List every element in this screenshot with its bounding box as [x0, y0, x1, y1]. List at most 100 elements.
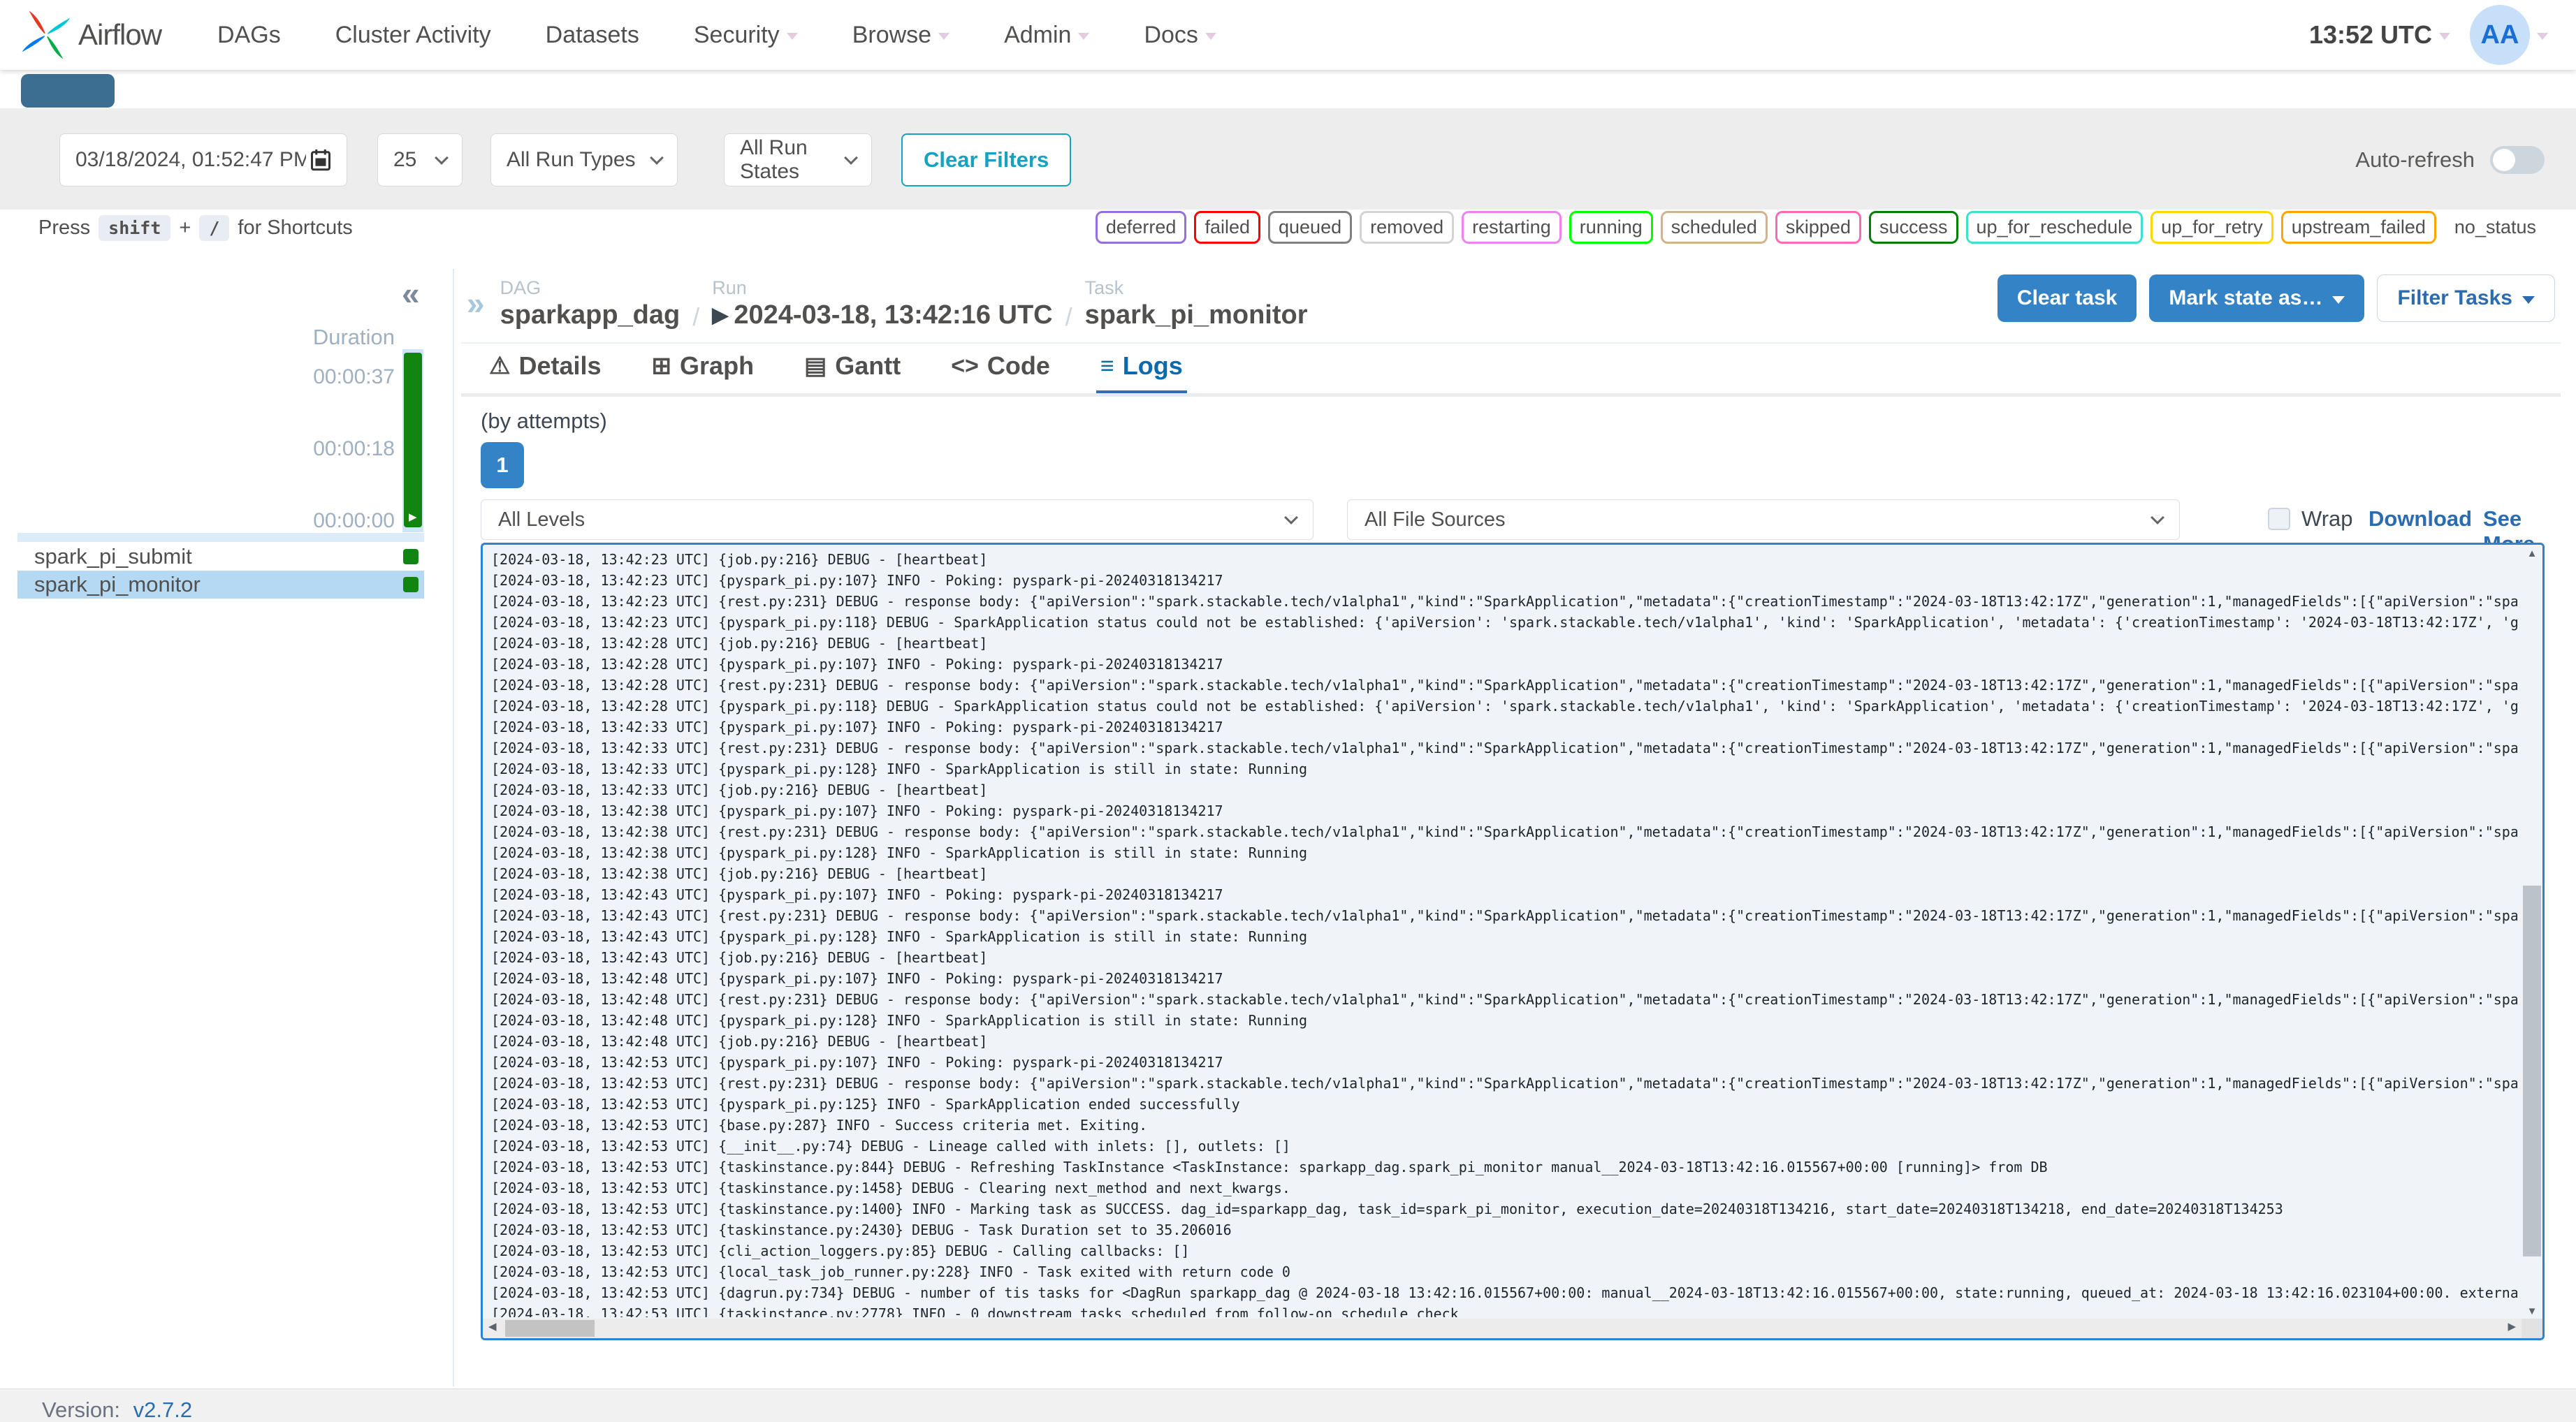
top-navbar: Airflow DAGs Cluster Activity Datasets S… [0, 0, 2576, 70]
nav-menu-item[interactable]: Security [694, 22, 798, 49]
log-viewer[interactable]: [2024-03-18, 13:42:23 UTC] {job.py:216} … [481, 543, 2545, 1340]
log-levels-select[interactable]: All Levels [481, 499, 1314, 540]
log-line: [2024-03-18, 13:42:28 UTC] {pyspark_pi.p… [491, 656, 1223, 673]
cropped-task-instance-button[interactable] [21, 74, 115, 108]
state-badge[interactable]: queued [1268, 211, 1353, 244]
manual-run-icon: ▶ [409, 511, 417, 523]
nav-menu-item[interactable]: Cluster Activity [335, 22, 491, 49]
chevron-down-icon [2151, 511, 2164, 525]
scroll-left-icon[interactable]: ◀ [488, 1320, 497, 1333]
detail-tabs: ⚠ Details ⊞ Graph ▤ Gantt <> Code ≡ Logs [489, 351, 1187, 395]
state-badge[interactable]: success [1868, 211, 1958, 244]
breadcrumb-separator: / [1065, 302, 1072, 331]
utc-clock: 13:52 UTC [2308, 20, 2432, 49]
chevron-down-icon [2522, 295, 2535, 304]
task-instance-status-square[interactable] [403, 549, 419, 564]
run-states-value: All Run States [740, 136, 808, 183]
run-duration-bar[interactable]: ▶ [404, 353, 422, 527]
chevron-down-icon [2332, 295, 2345, 304]
tab[interactable]: <> Code [951, 351, 1050, 393]
task-instance-status-square[interactable] [403, 577, 419, 592]
base-date-input[interactable] [75, 148, 306, 172]
download-logs-link[interactable]: Download [2368, 506, 2472, 532]
horizontal-scrollbar[interactable]: ◀ ▶ [483, 1319, 2522, 1338]
state-badge[interactable]: skipped [1775, 211, 1861, 244]
clock-menu[interactable]: 13:52 UTC [2309, 20, 2450, 50]
nav-menu-item[interactable]: Docs [1144, 22, 1216, 49]
run-states-select[interactable]: All Run States [724, 133, 872, 186]
log-line: [2024-03-18, 13:42:43 UTC] {rest.py:231}… [491, 907, 2517, 924]
log-line: [2024-03-18, 13:42:33 UTC] {rest.py:231}… [491, 740, 2517, 756]
vertical-scroll-thumb[interactable] [2523, 885, 2541, 1257]
run-types-value: All Run Types [507, 148, 636, 171]
collapse-sidebar-icon[interactable]: « [402, 274, 420, 312]
run-duration-column: ▶ [402, 349, 423, 532]
tab-label: Code [987, 351, 1050, 380]
breadcrumb-dag-label: DAG [500, 277, 541, 298]
scroll-up-icon[interactable]: ▲ [2522, 548, 2542, 559]
base-date-picker[interactable] [59, 133, 347, 186]
attempt-1-button[interactable]: 1 [481, 442, 524, 488]
log-line: [2024-03-18, 13:42:48 UTC] {pyspark_pi.p… [491, 970, 1223, 987]
log-levels-value: All Levels [498, 508, 585, 531]
tab-icon: ⊞ [651, 353, 672, 379]
state-badge[interactable]: removed [1360, 211, 1455, 244]
log-lines: [2024-03-18, 13:42:23 UTC] {job.py:216} … [491, 549, 2517, 1317]
state-badge[interactable]: upstream_failed [2280, 211, 2436, 244]
file-sources-select[interactable]: All File Sources [1347, 499, 2180, 540]
scroll-down-icon[interactable]: ▼ [2522, 1305, 2542, 1317]
wrap-checkbox[interactable] [2268, 508, 2290, 530]
nav-menu-item[interactable]: Browse [852, 22, 950, 49]
log-line: [2024-03-18, 13:42:28 UTC] {pyspark_pi.p… [491, 698, 2517, 714]
nav-menu-item[interactable]: Admin [1004, 22, 1090, 49]
log-line: [2024-03-18, 13:42:53 UTC] {local_task_j… [491, 1263, 1290, 1280]
expand-breadcrumb-icon[interactable]: » [467, 284, 485, 322]
state-badge[interactable]: failed [1194, 211, 1260, 244]
log-line: [2024-03-18, 13:42:43 UTC] {pyspark_pi.p… [491, 886, 1223, 903]
nav-menu-item[interactable]: Datasets [546, 22, 639, 49]
state-badge[interactable]: deferred [1095, 211, 1187, 244]
tab[interactable]: ≡ Logs [1096, 351, 1187, 395]
log-line: [2024-03-18, 13:42:48 UTC] {rest.py:231}… [491, 991, 2517, 1008]
log-line: [2024-03-18, 13:42:48 UTC] {job.py:216} … [491, 1033, 988, 1050]
log-line: [2024-03-18, 13:42:53 UTC] {cli_action_l… [491, 1243, 1190, 1259]
filter-tasks-button[interactable]: Filter Tasks [2377, 274, 2555, 322]
task-row[interactable]: spark_pi_monitor [17, 571, 424, 599]
airflow-logo[interactable]: Airflow [21, 8, 162, 61]
auto-refresh-toggle[interactable] [2490, 146, 2545, 174]
log-line: [2024-03-18, 13:42:28 UTC] {job.py:216} … [491, 635, 988, 652]
log-line: [2024-03-18, 13:42:53 UTC] {dagrun.py:73… [491, 1284, 2517, 1301]
user-menu[interactable]: AA [2470, 5, 2548, 65]
task-name: spark_pi_submit [34, 544, 192, 569]
page-size-select[interactable]: 25 [377, 133, 463, 186]
mark-state-button[interactable]: Mark state as… [2149, 274, 2365, 322]
breadcrumb-run-value[interactable]: ▶ 2024-03-18, 13:42:16 UTC [712, 300, 1052, 330]
auto-refresh-label: Auto-refresh [2355, 147, 2475, 172]
log-line: [2024-03-18, 13:42:28 UTC] {rest.py:231}… [491, 677, 2517, 694]
log-line: [2024-03-18, 13:42:38 UTC] {pyspark_pi.p… [491, 844, 1307, 861]
state-badge[interactable]: up_for_reschedule [1965, 211, 2144, 244]
state-badge[interactable]: restarting [1462, 211, 1562, 244]
grid-sidebar: « Duration 00:00:37 00:00:18 00:00:00 ▶ … [0, 269, 453, 1386]
state-badge[interactable]: running [1569, 211, 1653, 244]
breadcrumb-dag-value[interactable]: sparkapp_dag [500, 300, 681, 330]
run-types-select[interactable]: All Run Types [490, 133, 678, 186]
state-badge[interactable]: up_for_retry [2151, 211, 2273, 244]
log-line: [2024-03-18, 13:42:53 UTC] {taskinstance… [491, 1222, 1232, 1238]
version-link[interactable]: v2.7.2 [133, 1398, 192, 1422]
nav-menu-item[interactable]: DAGs [217, 22, 281, 49]
wrap-label: Wrap [2301, 506, 2353, 531]
state-badge[interactable]: scheduled [1660, 211, 1768, 244]
tab[interactable]: ⚠ Details [489, 351, 602, 393]
vertical-scrollbar[interactable]: ▲ ▼ [2522, 545, 2542, 1319]
scroll-right-icon[interactable]: ▶ [2508, 1320, 2516, 1333]
horizontal-scroll-thumb[interactable] [505, 1320, 595, 1337]
clear-task-button[interactable]: Clear task [1997, 274, 2137, 322]
chevron-down-icon [2439, 33, 2450, 40]
state-badge[interactable]: no_status [2443, 211, 2547, 244]
clear-filters-button[interactable]: Clear Filters [901, 133, 1072, 186]
tab[interactable]: ▤ Gantt [804, 351, 901, 393]
version-label: Version: [42, 1398, 121, 1422]
task-row[interactable]: spark_pi_submit [17, 543, 424, 571]
tab[interactable]: ⊞ Graph [652, 351, 755, 393]
